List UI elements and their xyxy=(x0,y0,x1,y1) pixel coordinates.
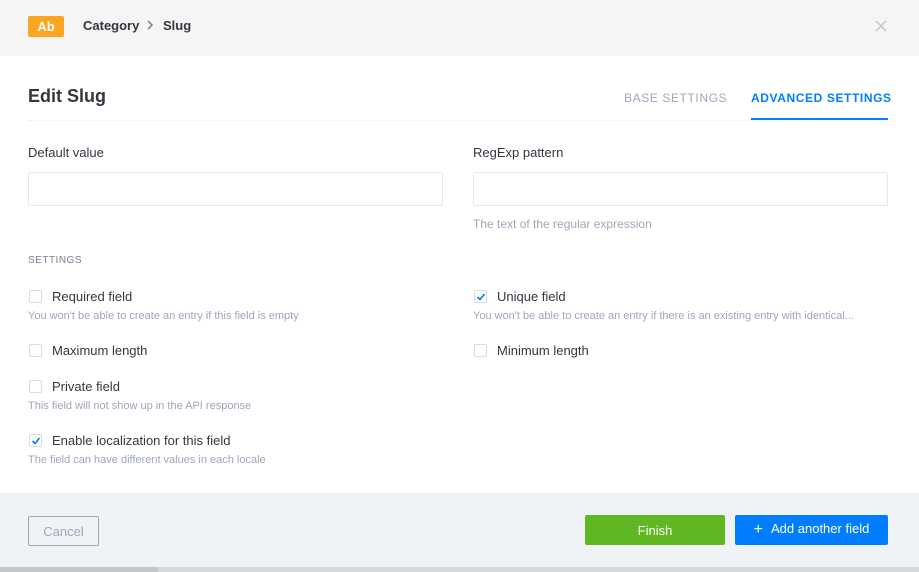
add-another-field-label: Add another field xyxy=(771,521,870,536)
unique-field-label[interactable]: Unique field xyxy=(497,289,566,304)
title-divider xyxy=(28,120,888,121)
tab-advanced-settings[interactable]: ADVANCED SETTINGS xyxy=(751,91,892,105)
plus-icon: + xyxy=(753,521,764,538)
regexp-hint: The text of the regular expression xyxy=(473,217,652,231)
maximum-length-checkbox[interactable] xyxy=(29,344,42,357)
default-value-label: Default value xyxy=(28,145,104,160)
maximum-length-label[interactable]: Maximum length xyxy=(52,343,147,358)
scrollbar-thumb[interactable] xyxy=(0,567,158,572)
localization-hint: The field can have different values in e… xyxy=(28,454,266,466)
private-field-checkbox[interactable] xyxy=(29,380,42,393)
tab-base-settings[interactable]: BASE SETTINGS xyxy=(624,91,727,105)
localization-label[interactable]: Enable localization for this field xyxy=(52,433,231,448)
required-field-hint: You won't be able to create an entry if … xyxy=(28,310,299,322)
page-title: Edit Slug xyxy=(28,86,106,106)
unique-field-checkbox[interactable] xyxy=(474,290,487,303)
regexp-input[interactable] xyxy=(473,172,888,206)
minimum-length-checkbox[interactable] xyxy=(474,344,487,357)
add-another-field-button[interactable]: + Add another field xyxy=(735,515,888,545)
required-field-label[interactable]: Required field xyxy=(52,289,132,304)
cancel-button[interactable]: Cancel xyxy=(28,516,99,546)
close-icon[interactable] xyxy=(874,19,888,33)
localization-checkbox[interactable] xyxy=(29,434,42,447)
checkmark-icon xyxy=(476,293,486,301)
settings-section-title: SETTINGS xyxy=(28,255,83,266)
unique-field-hint: You won't be able to create an entry if … xyxy=(473,310,854,322)
field-type-badge: Ab xyxy=(28,16,64,37)
private-field-label[interactable]: Private field xyxy=(52,379,120,394)
checkmark-icon xyxy=(31,437,41,445)
breadcrumb-slug: Slug xyxy=(163,18,192,33)
minimum-length-label[interactable]: Minimum length xyxy=(497,343,589,358)
private-field-hint: This field will not show up in the API r… xyxy=(28,400,252,412)
modal-header: Ab Category Slug xyxy=(0,0,919,56)
chevron-right-icon xyxy=(147,20,154,30)
default-value-input[interactable] xyxy=(28,172,443,206)
finish-button[interactable]: Finish xyxy=(585,515,725,545)
required-field-checkbox[interactable] xyxy=(29,290,42,303)
modal-footer: Cancel Finish + Add another field xyxy=(0,493,919,567)
breadcrumb-category[interactable]: Category xyxy=(83,18,139,33)
active-tab-indicator xyxy=(751,118,888,120)
regexp-label: RegExp pattern xyxy=(473,145,564,160)
